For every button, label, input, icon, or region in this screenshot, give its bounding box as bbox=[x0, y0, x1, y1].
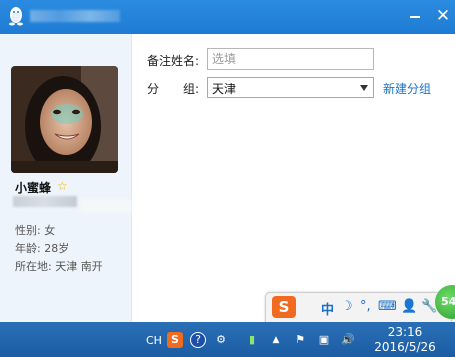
action-center-icon[interactable]: ⚑ bbox=[292, 332, 308, 348]
ime-settings-icon[interactable]: ⚙ bbox=[213, 332, 229, 348]
qq-penguin-icon bbox=[9, 7, 23, 26]
battery-icon[interactable]: ▮ bbox=[244, 332, 260, 348]
punctuation-icon[interactable]: °, bbox=[360, 299, 371, 314]
clock-date: 2016/5/26 bbox=[374, 340, 436, 354]
signature-blurred-extra bbox=[80, 199, 132, 213]
minimize-button[interactable] bbox=[404, 6, 426, 26]
signature-blurred bbox=[13, 196, 77, 207]
gender-text: 性别: 女 bbox=[15, 224, 56, 237]
group-select[interactable]: 天津 bbox=[207, 77, 374, 98]
language-indicator[interactable]: CH bbox=[146, 334, 162, 347]
new-group-link[interactable]: 新建分组 bbox=[383, 80, 431, 97]
sogou-tray-icon[interactable]: S bbox=[167, 332, 183, 348]
avatar bbox=[11, 66, 118, 173]
network-icon[interactable]: ▣ bbox=[316, 332, 332, 348]
volume-icon[interactable]: 🔊 bbox=[340, 332, 356, 348]
star-icon: ☆ bbox=[57, 179, 68, 193]
close-icon: ✕ bbox=[435, 6, 451, 26]
add-friend-window: ✕ 小蜜蜂 ☆ 性别: 女 年龄: 28岁 所在地: 天津 南开 备注姓名: 选… bbox=[0, 0, 455, 322]
location-text: 所在地: 天津 南开 bbox=[15, 260, 103, 273]
close-button[interactable]: ✕ bbox=[432, 6, 454, 26]
window-title-blurred bbox=[30, 10, 120, 22]
title-bar[interactable]: ✕ bbox=[0, 0, 455, 34]
user-icon[interactable]: 👤 bbox=[401, 299, 417, 314]
group-select-value: 天津 bbox=[212, 82, 237, 96]
show-hidden-icons-icon[interactable]: ▲ bbox=[268, 332, 284, 348]
keyboard-icon[interactable]: ⌨ bbox=[378, 299, 397, 314]
remark-name-input[interactable] bbox=[207, 48, 374, 70]
taskbar: CH S ? ⚙ ▮ ▲ ⚑ ▣ 🔊 23:16 2016/5/26 bbox=[0, 322, 455, 357]
minimize-icon bbox=[410, 16, 420, 18]
remark-name-label: 备注姓名: bbox=[147, 54, 200, 68]
clock-time: 23:16 bbox=[387, 325, 423, 339]
ime-mode-toggle[interactable]: 中 bbox=[321, 299, 334, 318]
sogou-logo-icon[interactable]: S bbox=[272, 296, 296, 318]
age-text: 年龄: 28岁 bbox=[15, 242, 70, 255]
clock[interactable]: 23:16 2016/5/26 bbox=[370, 325, 440, 355]
profile-panel: 小蜜蜂 ☆ 性别: 女 年龄: 28岁 所在地: 天津 南开 bbox=[0, 34, 132, 322]
nickname: 小蜜蜂 bbox=[15, 181, 52, 195]
group-label: 分 组: bbox=[147, 82, 200, 96]
ime-toolbar: S 中 ☽ °, ⌨ 👤 🔧 bbox=[265, 292, 452, 322]
moon-icon[interactable]: ☽ bbox=[341, 299, 353, 314]
help-icon[interactable]: ? bbox=[190, 332, 206, 348]
chevron-down-icon bbox=[360, 85, 368, 91]
